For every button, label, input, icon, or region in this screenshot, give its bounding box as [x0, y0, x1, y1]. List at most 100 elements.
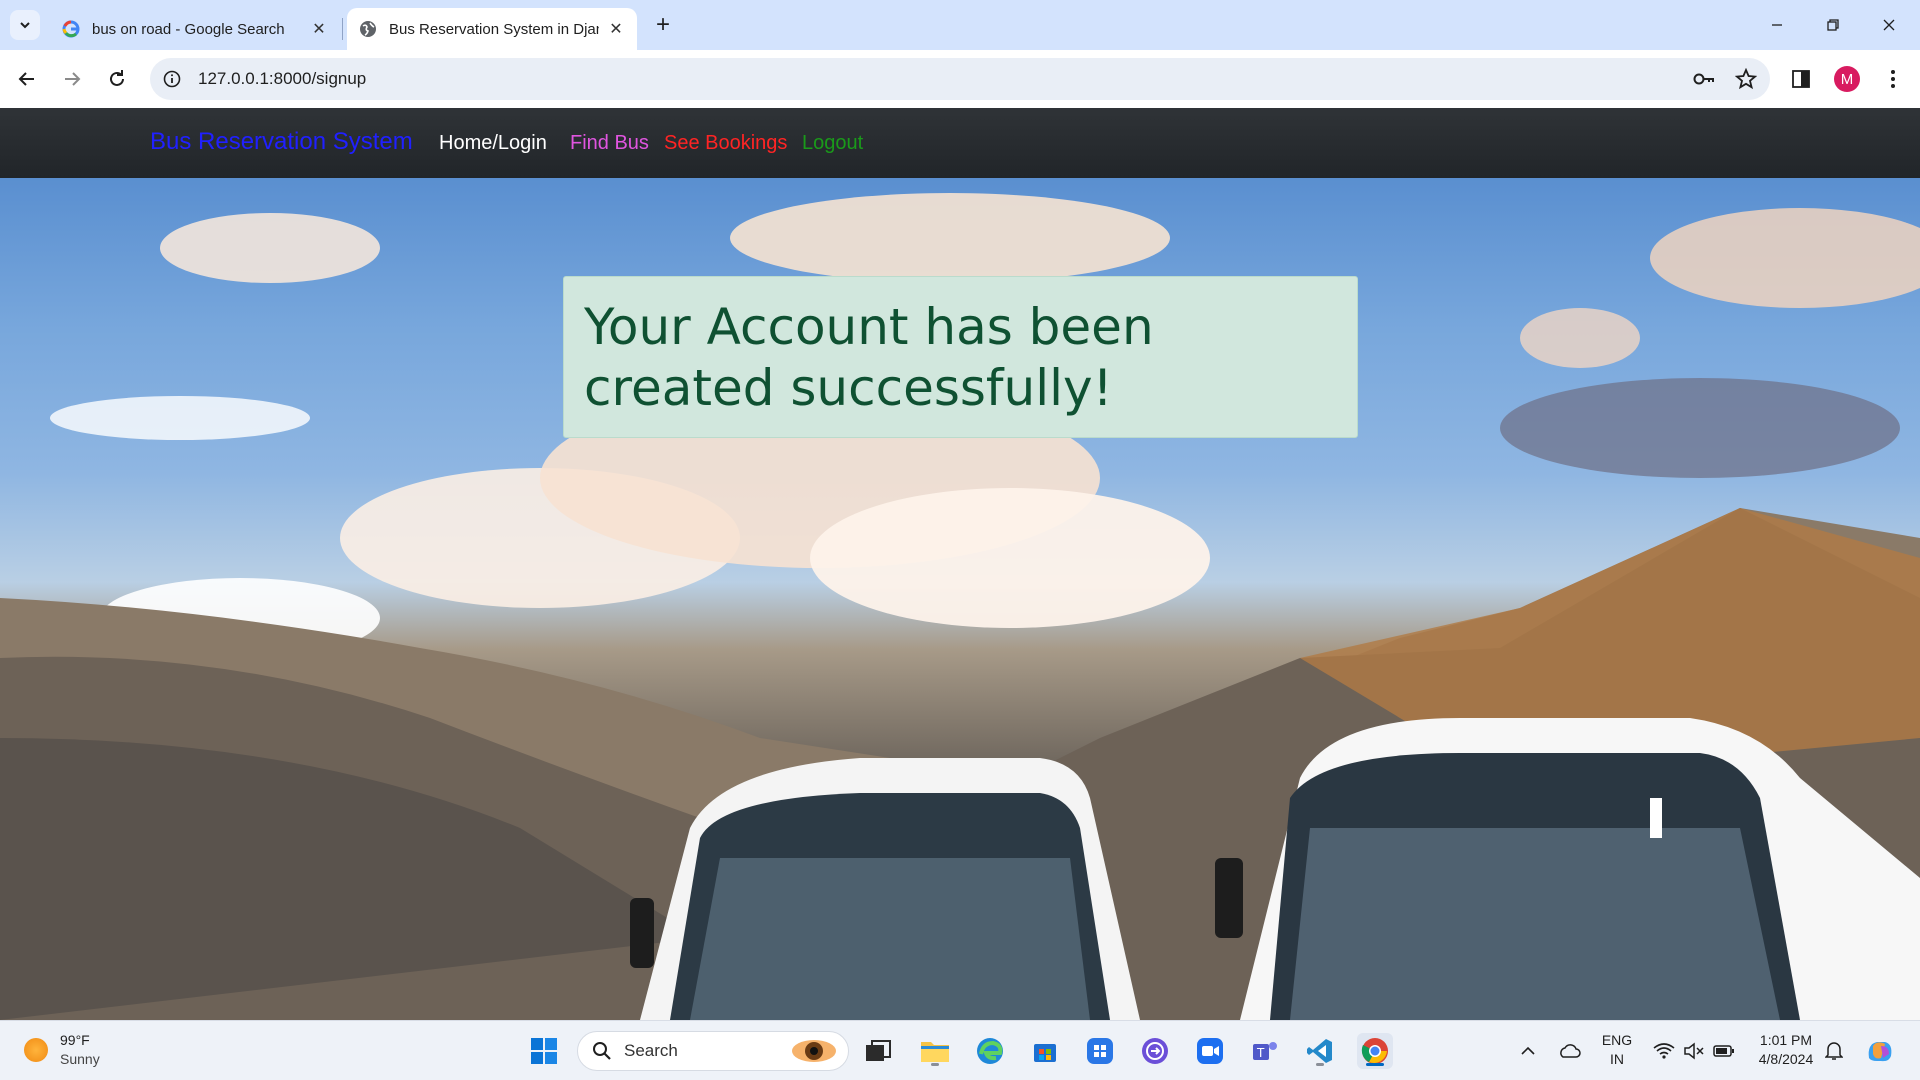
star-icon: [1735, 68, 1757, 90]
taskbar-search-label: Search: [624, 1041, 678, 1060]
new-tab-button[interactable]: +: [650, 11, 676, 38]
app-launcher-button[interactable]: [1082, 1033, 1118, 1069]
key-icon: [1693, 73, 1714, 85]
weather-widget[interactable]: 99°F Sunny: [24, 1031, 100, 1069]
language-indicator[interactable]: ENG IN: [1597, 1031, 1637, 1069]
nav-link-find-bus[interactable]: Find Bus: [570, 132, 649, 155]
search-icon: [593, 1042, 611, 1060]
clock-time: 1:01 PM: [1759, 1032, 1813, 1048]
tab-bus-reservation[interactable]: Bus Reservation System in Djan ✕: [347, 8, 637, 50]
circle-arrow-icon: [1142, 1038, 1168, 1064]
site-info-icon[interactable]: [154, 61, 190, 97]
running-indicator: [1366, 1063, 1384, 1066]
nav-link-see-bookings[interactable]: See Bookings: [664, 132, 787, 155]
nav-link-home-login[interactable]: Home/Login: [439, 132, 547, 155]
chevron-down-icon: [20, 22, 30, 29]
file-explorer-button[interactable]: [917, 1033, 953, 1069]
tab-google-search[interactable]: bus on road - Google Search ✕: [50, 8, 340, 50]
side-panel-button[interactable]: [1784, 62, 1818, 96]
tab-title: bus on road - Google Search: [92, 20, 285, 38]
copilot-app-button[interactable]: [1137, 1033, 1173, 1069]
vscode-button[interactable]: [1302, 1033, 1338, 1069]
battery-icon: [1713, 1045, 1734, 1057]
url-text: 127.0.0.1:8000/signup: [198, 69, 367, 88]
close-tab-icon[interactable]: ✕: [310, 20, 328, 38]
info-icon: [163, 70, 181, 88]
tab-separator: [342, 18, 343, 40]
zoom-button[interactable]: [1192, 1033, 1228, 1069]
navbar-brand[interactable]: Bus Reservation System: [150, 128, 413, 156]
bell-icon: [1825, 1042, 1843, 1060]
show-hidden-icons-button[interactable]: [1510, 1033, 1546, 1069]
arrow-left-icon: [18, 72, 34, 86]
vscode-icon: [1307, 1039, 1332, 1063]
windows-taskbar: 99°F Sunny Search T ENG IN 1:01 PM 4/8/2…: [0, 1020, 1920, 1080]
restore-icon: [1827, 19, 1839, 31]
reload-icon: [110, 70, 124, 86]
tab-search-button[interactable]: [10, 10, 40, 40]
tab-title: Bus Reservation System in Djan: [389, 20, 599, 38]
running-indicator: [931, 1063, 939, 1066]
browser-toolbar: 127.0.0.1:8000/signup M: [0, 50, 1920, 108]
page-viewport: Bus Reservation System Home/Login Find B…: [0, 108, 1920, 1020]
weather-temp: 99°F: [60, 1032, 90, 1048]
task-view-button[interactable]: [860, 1033, 896, 1069]
clock-date: 4/8/2024: [1758, 1051, 1814, 1067]
reload-button[interactable]: [100, 62, 134, 96]
task-view-icon: [866, 1040, 891, 1061]
avatar: M: [1834, 66, 1860, 92]
chrome-button[interactable]: [1357, 1033, 1393, 1069]
google-g-icon: [62, 20, 80, 38]
bookmark-star-button[interactable]: [1728, 61, 1764, 97]
nav-link-logout[interactable]: Logout: [802, 132, 863, 155]
profile-button[interactable]: M: [1830, 62, 1864, 96]
copilot-button[interactable]: [1862, 1033, 1898, 1069]
kebab-menu-icon: [1891, 70, 1895, 88]
password-key-button[interactable]: [1686, 61, 1722, 97]
folder-icon: [921, 1042, 949, 1062]
windows-logo-icon: [531, 1038, 557, 1064]
start-button[interactable]: [526, 1033, 562, 1069]
quick-settings-button[interactable]: [1644, 1033, 1744, 1069]
cloud-icon: [1560, 1044, 1581, 1058]
onedrive-button[interactable]: [1551, 1033, 1587, 1069]
teams-button[interactable]: T: [1247, 1033, 1283, 1069]
weather-condition: Sunny: [60, 1051, 100, 1067]
chevron-up-icon: [1521, 1046, 1535, 1055]
address-bar[interactable]: 127.0.0.1:8000/signup: [150, 58, 1770, 100]
forward-button[interactable]: [55, 62, 89, 96]
teams-icon: T: [1253, 1042, 1277, 1060]
browser-tab-strip: bus on road - Google Search ✕ Bus Reserv…: [0, 0, 1920, 50]
minimize-button[interactable]: [1754, 8, 1800, 42]
edge-button[interactable]: [972, 1033, 1008, 1069]
taskbar-search-box[interactable]: Search: [577, 1031, 849, 1071]
arrow-right-icon: [65, 72, 81, 86]
globe-icon: [360, 21, 376, 37]
edge-icon: [977, 1038, 1003, 1064]
close-tab-icon[interactable]: ✕: [607, 20, 625, 38]
close-window-button[interactable]: [1866, 8, 1912, 42]
alert-message: Your Account has been created successful…: [584, 298, 1154, 417]
minimize-icon: [1772, 24, 1782, 26]
restore-button[interactable]: [1810, 8, 1856, 42]
clock[interactable]: 1:01 PM 4/8/2024: [1750, 1031, 1822, 1069]
language-code: ENG: [1601, 1032, 1633, 1048]
video-camera-icon: [1197, 1038, 1223, 1064]
running-indicator: [1316, 1063, 1324, 1066]
copilot-icon: [1868, 1042, 1892, 1062]
language-region: IN: [1610, 1051, 1624, 1067]
notifications-button[interactable]: [1816, 1033, 1852, 1069]
success-alert: Your Account has been created successful…: [563, 276, 1358, 438]
browser-menu-button[interactable]: [1876, 62, 1910, 96]
search-highlight-eye-icon: [792, 1040, 836, 1062]
microsoft-store-button[interactable]: [1027, 1033, 1063, 1069]
volume-muted-icon: [1684, 1042, 1704, 1060]
wifi-icon: [1653, 1043, 1675, 1059]
close-icon: [1883, 19, 1895, 31]
store-icon: [1034, 1044, 1056, 1062]
svg-text:T: T: [1256, 1046, 1265, 1060]
site-navbar: Bus Reservation System Home/Login Find B…: [0, 108, 1920, 178]
back-button[interactable]: [10, 62, 44, 96]
side-panel-icon: [1792, 70, 1810, 88]
chrome-icon: [1361, 1038, 1388, 1064]
